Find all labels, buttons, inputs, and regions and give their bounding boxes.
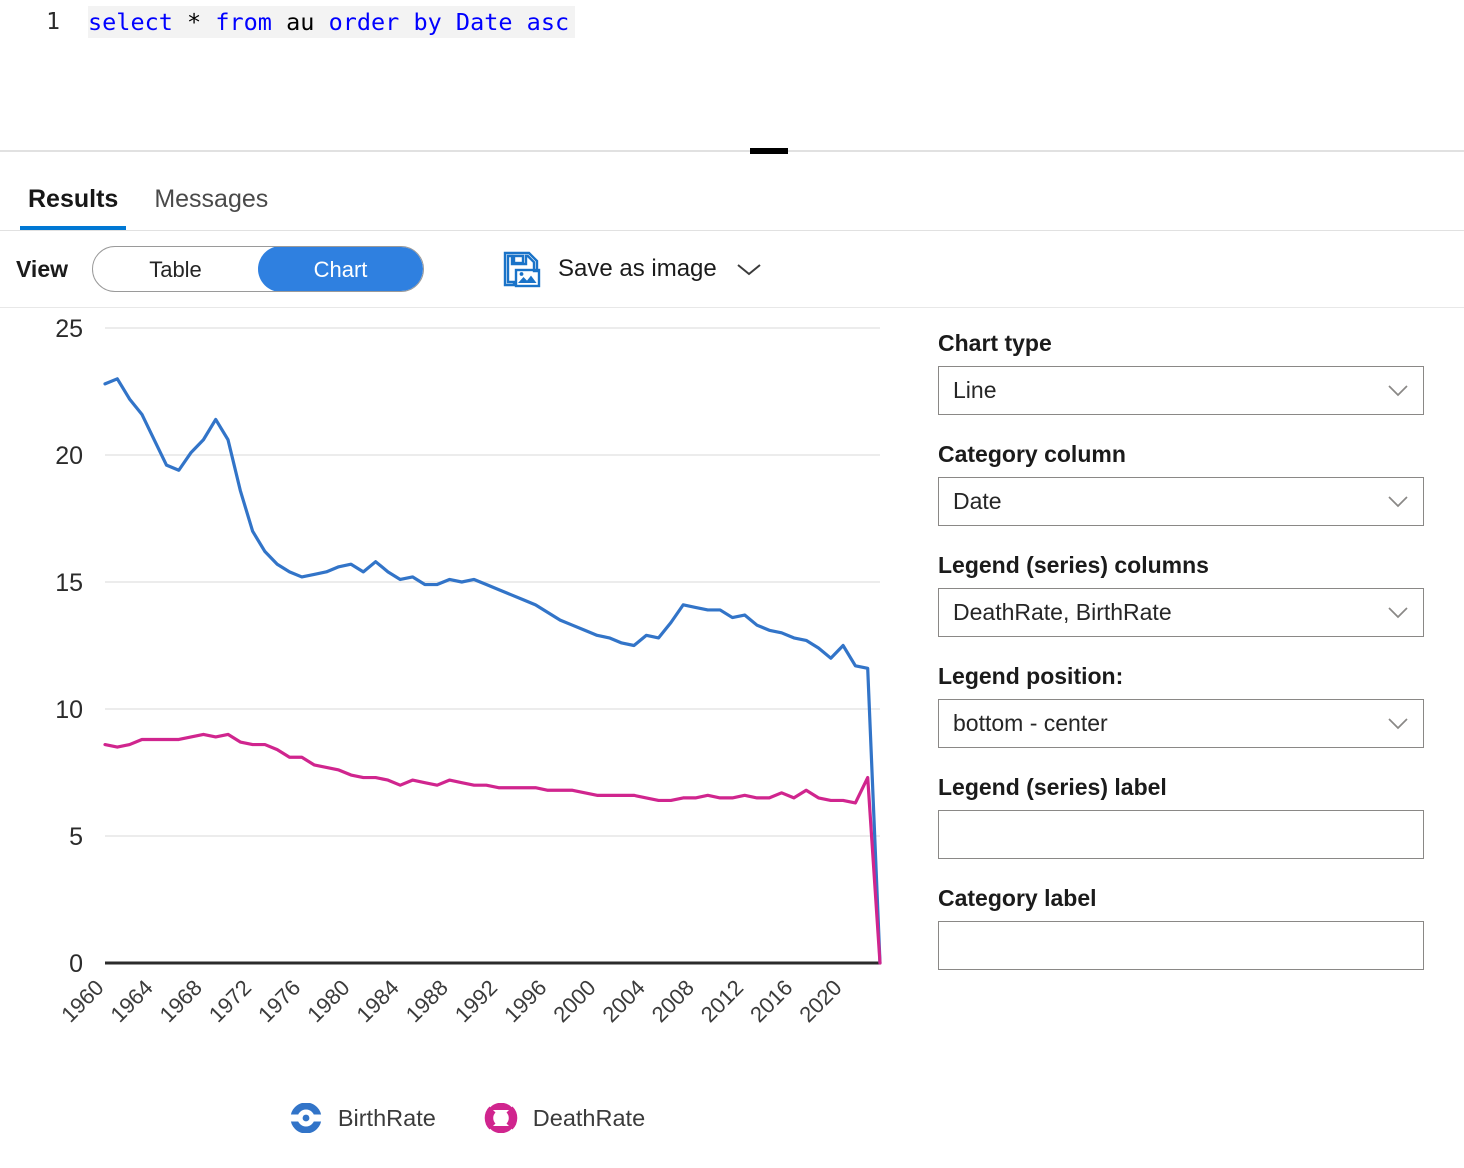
svg-text:1988: 1988 xyxy=(401,975,453,1027)
view-toggle-chart[interactable]: Chart xyxy=(258,247,423,291)
editor-line-1: 1 select * from au order by Date asc xyxy=(0,0,1464,44)
svg-text:25: 25 xyxy=(55,315,83,343)
svg-text:0: 0 xyxy=(69,950,83,978)
legend-label-input-wrap[interactable] xyxy=(938,810,1424,859)
svg-text:2016: 2016 xyxy=(745,975,797,1027)
legend-label-deathrate: DeathRate xyxy=(532,1104,646,1131)
category-column-value: Date xyxy=(953,488,1002,514)
sql-query-text[interactable]: select * from au order by Date asc xyxy=(88,6,576,38)
category-label-input[interactable] xyxy=(953,921,1409,970)
results-content: 0 5 10 15 20 25 1960 1964 1968 1972 1976 1980 1984 19… xyxy=(0,308,1464,1168)
legend-item-deathrate[interactable]: DeathRate xyxy=(470,1103,645,1133)
legend-label-input[interactable] xyxy=(953,810,1409,859)
chevron-down-icon xyxy=(1388,496,1408,508)
tab-results-label: Results xyxy=(28,185,119,213)
svg-text:10: 10 xyxy=(55,696,83,724)
svg-text:1972: 1972 xyxy=(204,975,256,1027)
save-as-image-button[interactable]: Save as image xyxy=(502,250,763,288)
svg-text:1992: 1992 xyxy=(450,975,502,1027)
legend-label-label: Legend (series) label xyxy=(938,774,1167,800)
svg-text:5: 5 xyxy=(69,823,83,851)
field-legend-position: Legend position: bottom - center xyxy=(938,663,1424,748)
circle-line-icon xyxy=(288,1103,323,1133)
field-chart-type: Chart type Line xyxy=(938,330,1424,415)
save-as-image-label: Save as image xyxy=(558,255,717,282)
svg-text:2020: 2020 xyxy=(794,975,846,1027)
chart-pane: 0 5 10 15 20 25 1960 1964 1968 1972 1976 1980 1984 19… xyxy=(0,308,920,1168)
svg-text:1968: 1968 xyxy=(155,975,207,1027)
field-legend-columns: Legend (series) columns DeathRate, Birth… xyxy=(938,552,1424,637)
tab-results[interactable]: Results xyxy=(10,184,136,230)
tab-messages-label: Messages xyxy=(154,185,269,213)
sql-editor[interactable]: 1 select * from au order by Date asc xyxy=(0,0,1464,150)
chart-type-label: Chart type xyxy=(938,330,1052,356)
results-tablist: Results Messages xyxy=(0,152,1464,231)
circle-line-icon xyxy=(482,1103,519,1133)
svg-text:2012: 2012 xyxy=(696,975,748,1027)
legend-columns-label: Legend (series) columns xyxy=(938,552,1209,578)
field-legend-label: Legend (series) label xyxy=(938,774,1424,859)
category-label-input-wrap[interactable] xyxy=(938,921,1424,970)
svg-text:1980: 1980 xyxy=(302,975,354,1027)
legend-position-select[interactable]: bottom - center xyxy=(938,699,1424,748)
chevron-down-icon xyxy=(737,264,761,276)
view-label: View xyxy=(16,255,68,282)
save-image-icon xyxy=(503,251,541,288)
svg-text:1964: 1964 xyxy=(105,975,157,1027)
category-label-label: Category label xyxy=(938,885,1097,911)
legend-position-value: bottom - center xyxy=(953,710,1108,736)
tab-messages[interactable]: Messages xyxy=(136,184,286,230)
svg-text:20: 20 xyxy=(55,442,83,470)
splitter-handle[interactable] xyxy=(750,148,788,154)
chart-legend: BirthRate DeathRate xyxy=(0,1103,920,1133)
category-column-select[interactable]: Date xyxy=(938,477,1424,526)
legend-columns-select[interactable]: DeathRate, BirthRate xyxy=(938,588,1424,637)
legend-columns-value: DeathRate, BirthRate xyxy=(953,599,1172,625)
category-column-label: Category column xyxy=(938,441,1126,467)
view-toggle-table[interactable]: Table xyxy=(93,247,258,291)
field-category-column: Category column Date xyxy=(938,441,1424,526)
chevron-down-icon xyxy=(1388,718,1408,730)
chart-type-value: Line xyxy=(953,377,997,403)
line-number: 1 xyxy=(46,9,60,35)
svg-text:2004: 2004 xyxy=(598,975,650,1027)
svg-text:15: 15 xyxy=(55,569,83,597)
chart-options-panel: Chart type Line Category column Date Leg… xyxy=(920,308,1464,1168)
pane-splitter[interactable] xyxy=(0,148,1464,154)
svg-text:2008: 2008 xyxy=(647,975,699,1027)
view-toggle-group: Table Chart xyxy=(92,246,424,292)
field-category-label: Category label xyxy=(938,885,1424,970)
chart-type-select[interactable]: Line xyxy=(938,366,1424,415)
legend-position-label: Legend position: xyxy=(938,663,1124,689)
line-chart[interactable]: 0510152025196019641968197219761980198419… xyxy=(0,308,920,1108)
chevron-down-icon xyxy=(1388,385,1408,397)
svg-text:1996: 1996 xyxy=(499,975,551,1027)
results-toolbar: View Table Chart Save as image xyxy=(0,231,1464,308)
chevron-down-icon xyxy=(1388,607,1408,619)
svg-text:1960: 1960 xyxy=(56,975,108,1027)
svg-text:1976: 1976 xyxy=(253,975,305,1027)
legend-label-birthrate: BirthRate xyxy=(337,1104,436,1131)
svg-text:1984: 1984 xyxy=(351,975,403,1027)
legend-item-birthrate[interactable]: BirthRate xyxy=(275,1103,436,1133)
svg-text:2000: 2000 xyxy=(548,975,600,1027)
